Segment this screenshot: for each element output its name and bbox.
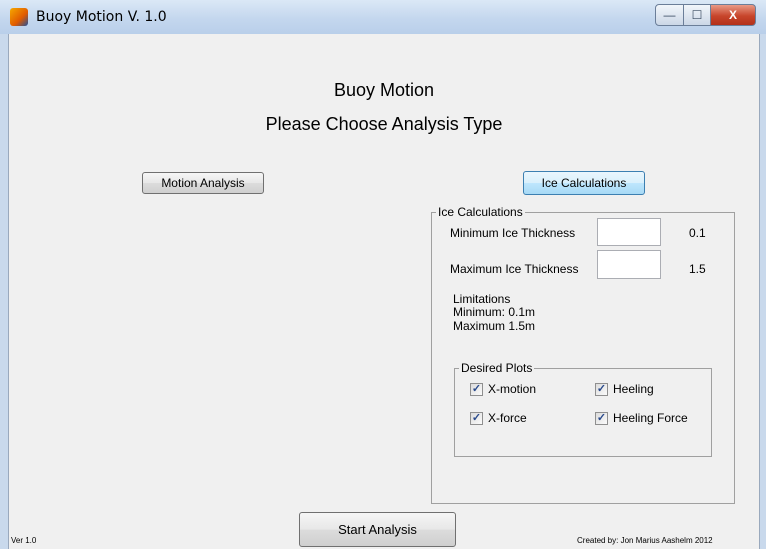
min-ice-thickness-hint: 0.1: [689, 226, 706, 240]
ice-calculations-button[interactable]: Ice Calculations: [523, 171, 645, 195]
heeling-force-label: Heeling Force: [613, 411, 688, 425]
matlab-app-icon: [10, 8, 28, 26]
ice-panel-title: Ice Calculations: [436, 205, 525, 219]
max-ice-thickness-input[interactable]: [597, 250, 661, 279]
main-panel: Buoy Motion Please Choose Analysis Type …: [8, 34, 760, 549]
window-title: Buoy Motion V. 1.0: [36, 9, 167, 25]
checkbox-checked-icon[interactable]: ✓: [470, 382, 483, 396]
min-ice-thickness-label: Minimum Ice Thickness: [450, 226, 576, 240]
credit-label: Created by: Jon Marius Aashelm 2012: [577, 536, 713, 545]
maximize-button[interactable]: ☐: [684, 4, 711, 26]
min-ice-thickness-input[interactable]: [597, 218, 661, 246]
ice-calculations-panel: Ice Calculations Minimum Ice Thickness 0…: [431, 205, 735, 504]
limitations-title: Limitations: [453, 292, 511, 306]
max-ice-thickness-label: Maximum Ice Thickness: [450, 262, 579, 276]
app-heading: Buoy Motion: [333, 80, 435, 100]
limitations-max: Maximum 1.5m: [453, 319, 536, 333]
heeling-force-checkbox[interactable]: ✓ Heeling Force: [595, 411, 688, 425]
heeling-checkbox[interactable]: ✓ Heeling: [595, 382, 654, 396]
app-window: Buoy Motion V. 1.0 — ☐ X Buoy Motion Ple…: [0, 0, 766, 549]
start-analysis-button[interactable]: Start Analysis: [299, 512, 456, 547]
close-button[interactable]: X: [711, 4, 756, 26]
limitations-min: Minimum: 0.1m: [453, 305, 536, 319]
x-motion-checkbox[interactable]: ✓ X-motion: [470, 382, 536, 396]
x-force-checkbox[interactable]: ✓ X-force: [470, 411, 527, 425]
max-ice-thickness-hint: 1.5: [689, 262, 706, 276]
window-controls: — ☐ X: [655, 4, 756, 26]
heeling-label: Heeling: [613, 382, 654, 396]
x-motion-label: X-motion: [488, 382, 537, 396]
motion-analysis-button[interactable]: Motion Analysis: [142, 172, 264, 194]
minimize-button[interactable]: —: [655, 4, 684, 26]
version-label: Ver 1.0: [11, 536, 37, 545]
desired-plots-panel: Desired Plots ✓ X-motion ✓ Heeling ✓ X-f…: [454, 361, 712, 457]
checkbox-checked-icon[interactable]: ✓: [470, 411, 483, 425]
title-bar[interactable]: Buoy Motion V. 1.0 — ☐ X: [0, 0, 766, 34]
x-force-label: X-force: [488, 411, 527, 425]
checkbox-checked-icon[interactable]: ✓: [595, 382, 608, 396]
analysis-type-prompt: Please Choose Analysis Type: [265, 114, 503, 134]
checkbox-checked-icon[interactable]: ✓: [595, 411, 608, 425]
desired-plots-title: Desired Plots: [459, 361, 535, 375]
